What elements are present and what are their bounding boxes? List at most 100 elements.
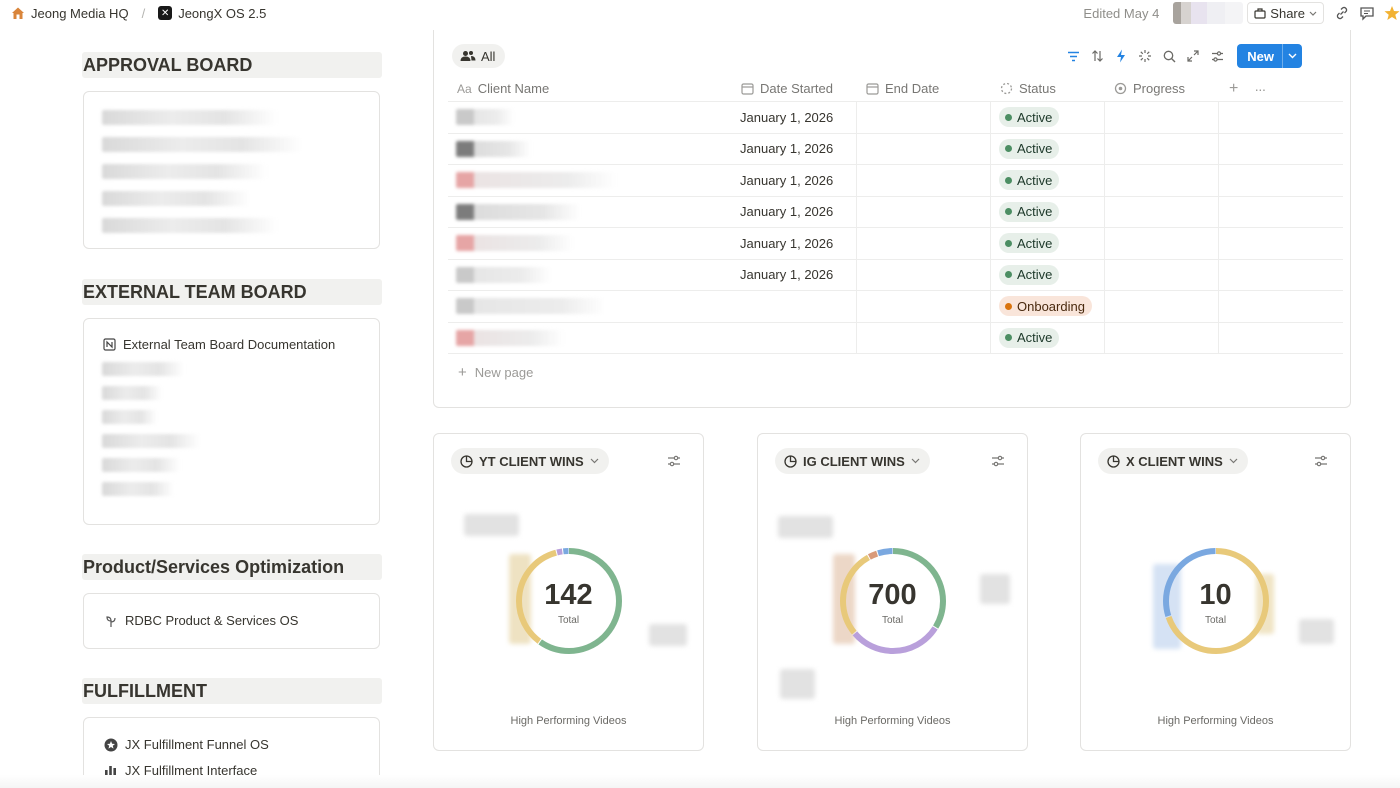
table-row[interactable]: January 1, 2026 Active (448, 165, 1343, 197)
list-item[interactable] (102, 191, 250, 206)
breadcrumb-item-workspace[interactable]: Jeong Media HQ (31, 6, 129, 21)
external-team-board-doc-link[interactable]: External Team Board Documentation (84, 337, 379, 352)
automation-bolt-icon[interactable] (1113, 48, 1129, 64)
external-team-board-heading: EXTERNAL TEAM BOARD (82, 279, 382, 305)
table-row[interactable]: January 1, 2026 Active (448, 228, 1343, 260)
date-started-cell[interactable] (732, 322, 857, 353)
column-header-client-name[interactable]: Aa Client Name (448, 76, 732, 101)
client-name-cell[interactable] (448, 165, 732, 196)
column-header-status[interactable]: Status (991, 76, 1105, 101)
table-row[interactable]: Onboarding (448, 291, 1343, 323)
list-item[interactable] (102, 362, 184, 376)
chart-settings-icon[interactable] (991, 454, 1005, 468)
status-cell[interactable]: Active (991, 322, 1105, 353)
progress-cell[interactable] (1105, 228, 1219, 259)
list-item[interactable] (102, 386, 162, 400)
status-cell[interactable]: Active (991, 196, 1105, 227)
status-cell[interactable]: Active (991, 259, 1105, 290)
status-cell[interactable]: Onboarding (991, 291, 1105, 322)
ai-sparkle-icon[interactable] (1137, 48, 1153, 64)
status-cell[interactable]: Active (991, 165, 1105, 196)
list-item[interactable] (102, 410, 157, 424)
client-name-cell[interactable] (448, 197, 732, 228)
list-item[interactable] (102, 164, 267, 179)
progress-cell[interactable] (1105, 322, 1219, 353)
new-record-button[interactable]: New (1237, 44, 1302, 68)
add-property-icon[interactable]: + (1229, 80, 1238, 98)
fulfillment-funnel-link[interactable]: JX Fulfillment Funnel OS (84, 737, 379, 752)
progress-cell[interactable] (1105, 133, 1219, 164)
list-item[interactable] (102, 110, 277, 125)
product-services-os-link[interactable]: RDBC Product & Services OS (84, 613, 379, 628)
share-button[interactable]: Share (1247, 2, 1324, 24)
client-name-cell[interactable] (448, 323, 732, 354)
client-name-cell[interactable] (448, 102, 732, 133)
progress-cell[interactable] (1105, 291, 1219, 322)
list-item[interactable] (102, 218, 277, 233)
date-started-cell[interactable]: January 1, 2026 (732, 102, 857, 133)
end-date-cell[interactable] (857, 259, 991, 290)
date-started-cell[interactable]: January 1, 2026 (732, 259, 857, 290)
filter-icon[interactable] (1065, 48, 1081, 64)
table-row[interactable]: January 1, 2026 Active (448, 133, 1343, 165)
avatar[interactable] (1173, 2, 1244, 24)
end-date-cell[interactable] (857, 102, 991, 133)
client-name-cell[interactable] (448, 228, 732, 259)
client-name-cell[interactable] (448, 291, 732, 322)
breadcrumb-item-page[interactable]: JeongX OS 2.5 (178, 6, 266, 21)
status-cell[interactable]: Active (991, 228, 1105, 259)
end-date-cell[interactable] (857, 133, 991, 164)
progress-cell[interactable] (1105, 165, 1219, 196)
client-name-cell[interactable] (448, 260, 732, 291)
progress-cell[interactable] (1105, 259, 1219, 290)
column-header-end-date[interactable]: End Date (857, 76, 991, 101)
chart-title-chip[interactable]: YT CLIENT WINS (451, 448, 609, 474)
date-started-cell[interactable] (732, 291, 857, 322)
table-row[interactable]: January 1, 2026 Active (448, 102, 1343, 134)
progress-cell[interactable] (1105, 196, 1219, 227)
new-page-button[interactable]: + New page (458, 364, 533, 381)
date-started-cell[interactable]: January 1, 2026 (732, 133, 857, 164)
table-row[interactable]: January 1, 2026 Active (448, 259, 1343, 291)
chart-settings-icon[interactable] (1314, 454, 1328, 468)
date-started-cell[interactable]: January 1, 2026 (732, 228, 857, 259)
text-property-icon: Aa (457, 81, 472, 96)
more-options-icon[interactable]: ··· (1254, 81, 1266, 97)
end-date-cell[interactable] (857, 322, 991, 353)
status-badge: Active (999, 264, 1060, 285)
link-icon[interactable] (1334, 5, 1350, 21)
expand-icon[interactable] (1185, 48, 1201, 64)
client-name-cell[interactable] (448, 134, 732, 165)
chart-title-chip[interactable]: X CLIENT WINS (1098, 448, 1248, 474)
chart-title: YT CLIENT WINS (479, 453, 584, 469)
view-tab-all[interactable]: All (452, 44, 506, 68)
date-started-cell[interactable]: January 1, 2026 (732, 196, 857, 227)
progress-cell[interactable] (1105, 102, 1219, 133)
list-item[interactable] (102, 458, 180, 472)
search-icon[interactable] (1161, 48, 1177, 64)
status-cell[interactable]: Active (991, 133, 1105, 164)
date-started-cell[interactable]: January 1, 2026 (732, 165, 857, 196)
chevron-down-icon[interactable] (1282, 44, 1302, 68)
list-item[interactable] (102, 434, 200, 448)
end-date-cell[interactable] (857, 196, 991, 227)
star-icon[interactable] (1384, 5, 1400, 21)
end-date-cell[interactable] (857, 165, 991, 196)
chart-total-label: Total (881, 615, 904, 626)
end-date-cell[interactable] (857, 291, 991, 322)
settings-sliders-icon[interactable] (1209, 48, 1225, 64)
table-row[interactable]: Active (448, 322, 1343, 354)
sort-icon[interactable] (1089, 48, 1105, 64)
chart-title-chip[interactable]: IG CLIENT WINS (775, 448, 930, 474)
status-badge: Active (999, 327, 1060, 348)
pie-chart-icon (784, 454, 797, 468)
comment-icon[interactable] (1359, 5, 1375, 21)
column-header-date-started[interactable]: Date Started (732, 76, 857, 101)
list-item[interactable] (102, 482, 174, 496)
chart-settings-icon[interactable] (667, 454, 681, 468)
table-row[interactable]: January 1, 2026 Active (448, 196, 1343, 228)
end-date-cell[interactable] (857, 228, 991, 259)
column-header-progress[interactable]: Progress (1105, 76, 1219, 101)
list-item[interactable] (102, 137, 302, 152)
status-cell[interactable]: Active (991, 102, 1105, 133)
